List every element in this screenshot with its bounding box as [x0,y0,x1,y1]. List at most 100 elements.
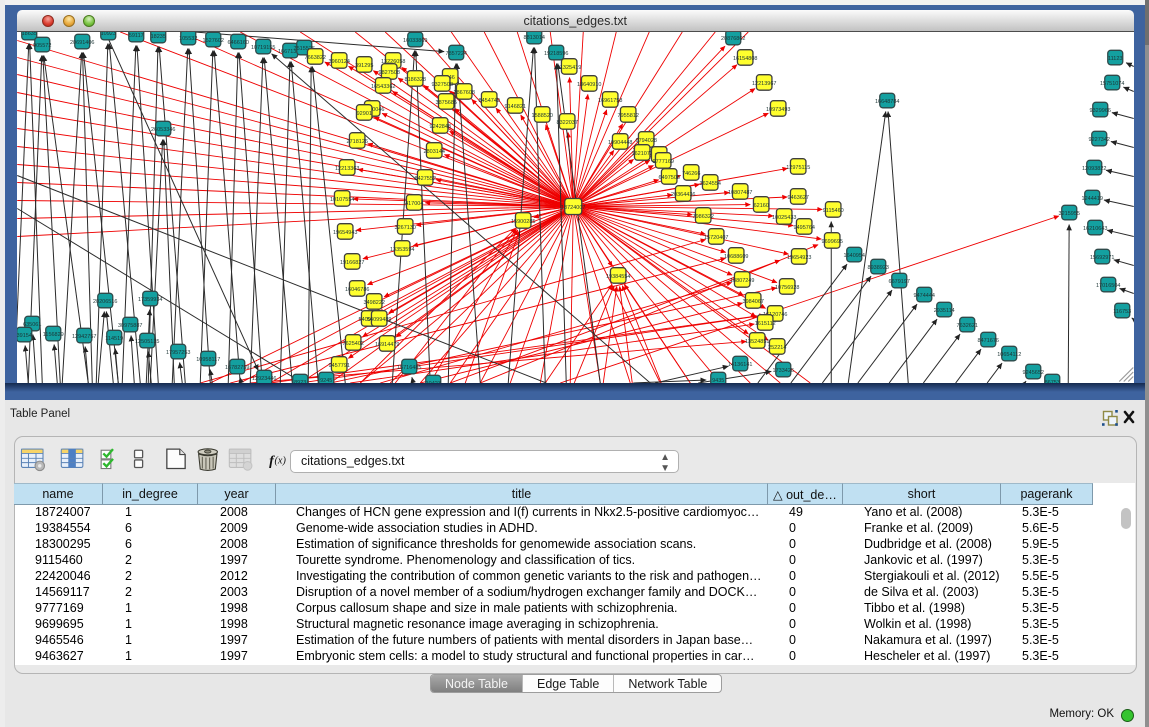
svg-text:9329966: 9329966 [1090,108,1111,114]
svg-text:8923: 8923 [294,380,306,383]
svg-text:19654943: 19654943 [333,230,357,236]
svg-text:10107554: 10107554 [330,197,354,203]
svg-text:20206516: 20206516 [93,299,117,305]
svg-text:39154: 39154 [17,333,32,339]
svg-text:3960124: 3960124 [329,59,350,65]
svg-text:1156829: 1156829 [43,332,64,338]
svg-text:12975115: 12975115 [786,165,810,171]
svg-text:92901: 92901 [357,111,372,117]
svg-text:16648784: 16648784 [875,99,899,105]
svg-text:9227342: 9227342 [1089,137,1110,143]
svg-text:8322037: 8322037 [557,120,578,126]
svg-text:16914479: 16914479 [375,342,399,348]
svg-text:9777169: 9777169 [653,159,674,165]
svg-text:2803144: 2803144 [424,149,445,155]
svg-text:10719155: 10719155 [251,45,275,51]
svg-text:17359934: 17359934 [138,297,162,303]
svg-text:10973493: 10973493 [766,107,790,113]
svg-text:18235: 18235 [151,34,166,40]
svg-text:8454749: 8454749 [479,98,500,104]
svg-text:15900285: 15900285 [511,219,535,225]
svg-text:7955812: 7955812 [618,113,639,119]
svg-text:12213363: 12213363 [335,166,359,172]
svg-text:12505135: 12505135 [135,339,159,345]
svg-text:9699695: 9699695 [822,239,843,245]
svg-text:3984067: 3984067 [743,299,764,305]
svg-text:9435: 9435 [712,378,724,383]
svg-text:18635: 18635 [22,32,37,37]
svg-text:13353594: 13353594 [390,247,414,253]
svg-text:16961758: 16961758 [598,98,622,104]
svg-text:3498222: 3498222 [364,300,385,306]
svg-text:7986322: 7986322 [693,214,714,220]
svg-text:2935114: 2935114 [934,308,955,314]
svg-text:3875685: 3875685 [436,100,457,106]
svg-text:16543362: 16543362 [371,84,395,90]
svg-text:10025433: 10025433 [772,215,796,221]
svg-text:10688609: 10688609 [724,254,748,260]
svg-text:3624554: 3624554 [700,181,721,187]
svg-text:417004: 417004 [405,201,423,207]
svg-text:2867608: 2867608 [454,90,475,96]
svg-text:9245: 9245 [320,378,332,383]
svg-text:16154808: 16154808 [733,56,757,62]
svg-text:9827508: 9827508 [379,70,400,76]
svg-text:1733426: 1733426 [773,368,794,374]
svg-text:7625402: 7625402 [343,341,364,347]
svg-text:18724007: 18724007 [561,205,585,211]
svg-text:16210643: 16210643 [1083,226,1107,232]
svg-text:19904448: 19904448 [608,140,632,146]
svg-text:19218596: 19218596 [544,51,568,57]
svg-text:11123: 11123 [1108,56,1122,62]
svg-text:15720407: 15720407 [704,235,728,241]
svg-text:9245652: 9245652 [1023,370,1044,376]
svg-text:6497508: 6497508 [659,175,680,181]
svg-text:8471676: 8471676 [978,338,999,344]
svg-text:1640954: 1640954 [844,253,865,259]
svg-text:59117: 59117 [129,33,144,39]
svg-text:15692971: 15692971 [1090,255,1114,261]
svg-text:8427552: 8427552 [415,176,436,182]
svg-text:6466160: 6466160 [228,40,249,46]
svg-text:7663822: 7663822 [305,55,326,61]
svg-text:(x): (x) [275,456,287,467]
svg-text:10958117: 10958117 [196,357,220,363]
svg-text:8813014: 8813014 [524,35,545,41]
svg-text:9115460: 9115460 [823,208,844,214]
svg-text:9463627: 9463627 [788,195,809,201]
svg-text:1621072: 1621072 [632,151,653,157]
svg-text:12923446: 12923446 [252,376,276,382]
svg-text:14136141: 14136141 [728,362,752,368]
svg-text:54099489: 54099489 [367,317,391,323]
svg-text:905572: 905572 [33,43,51,49]
svg-text:10654112: 10654112 [997,352,1021,358]
svg-text:9242848: 9242848 [430,124,451,130]
svg-text:6794028: 6794028 [636,138,657,144]
svg-text:10756928: 10756928 [775,285,799,291]
svg-text:30975887: 30975887 [118,323,142,329]
svg-text:15716485: 15716485 [397,365,421,371]
svg-text:16046786: 16046786 [345,287,369,293]
svg-text:6679197: 6679197 [889,279,910,285]
svg-text:9474444: 9474444 [914,293,935,299]
svg-text:391295: 391295 [355,63,373,69]
svg-text:12942757: 12942757 [72,334,96,340]
svg-text:16033809: 16033809 [403,38,427,44]
svg-text:105532: 105532 [179,36,197,42]
svg-text:10923: 10923 [101,32,116,37]
svg-text:1527602: 1527602 [203,38,224,44]
svg-text:20876862: 20876862 [721,36,745,42]
svg-text:19166827: 19166827 [340,260,364,266]
svg-text:7632621: 7632621 [957,323,978,329]
svg-text:7857224: 7857224 [446,51,467,57]
svg-text:8938923: 8938923 [868,265,889,271]
svg-text:9327508: 9327508 [432,82,453,88]
svg-text:20691406: 20691406 [70,40,94,46]
svg-text:17016504: 17016504 [1096,283,1120,289]
svg-text:11325419: 11325419 [557,65,581,71]
svg-text:9495764: 9495764 [794,225,815,231]
svg-text:18640910: 18640910 [577,82,601,88]
svg-text:3267130: 3267130 [395,225,416,231]
svg-text:19384554: 19384554 [606,274,630,280]
svg-text:9146821: 9146821 [505,104,526,110]
